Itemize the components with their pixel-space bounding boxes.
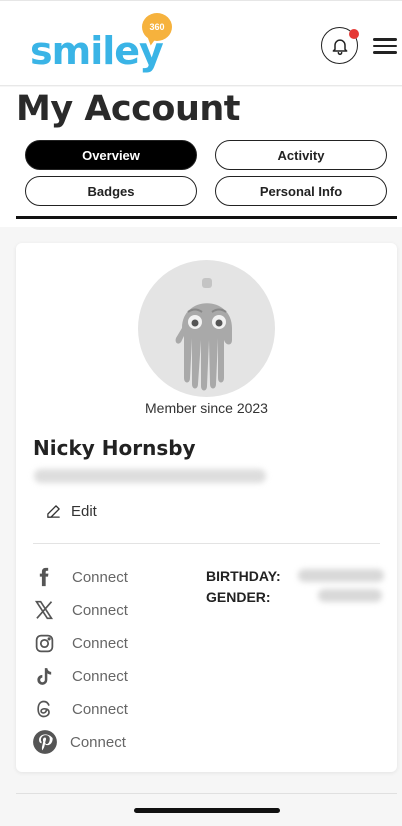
logo-text: smiley: [30, 29, 164, 73]
hamburger-line: [373, 38, 397, 41]
profile-card: Member since 2023 Nicky Hornsby Edit Con…: [16, 243, 397, 772]
social-connect-pinterest[interactable]: Connect: [32, 730, 126, 754]
x-icon: [32, 598, 56, 622]
social-connect-threads[interactable]: Connect: [32, 697, 128, 721]
bell-icon: [332, 39, 348, 56]
card-divider: [33, 543, 380, 544]
redacted-email: [34, 469, 266, 483]
avatar: [138, 260, 275, 397]
notification-dot: [349, 29, 359, 39]
social-connect-label: Connect: [72, 601, 128, 619]
edit-profile-button[interactable]: Edit: [46, 501, 97, 521]
social-connect-label: Connect: [72, 667, 128, 685]
page-title: My Account: [16, 89, 241, 129]
facebook-icon: [32, 565, 56, 589]
smiley360-logo[interactable]: smiley 360: [30, 13, 180, 81]
redacted-gender: [318, 589, 382, 602]
social-connect-tiktok[interactable]: Connect: [32, 664, 128, 688]
member-since: Member since 2023: [145, 400, 268, 416]
pinterest-icon: [32, 729, 58, 755]
tab-badges[interactable]: Badges: [25, 176, 197, 206]
birthday-label: BIRTHDAY:: [206, 568, 281, 584]
hamburger-line: [373, 51, 397, 54]
pencil-icon: [47, 504, 60, 518]
tabs-divider: [16, 216, 397, 219]
threads-icon: [32, 697, 56, 721]
tab-overview[interactable]: Overview: [25, 140, 197, 170]
notifications-button[interactable]: [321, 27, 359, 64]
account-header-area: My Account Overview Activity Badges Pers…: [0, 87, 402, 227]
redacted-birthday: [298, 569, 384, 582]
social-connect-x[interactable]: Connect: [32, 598, 128, 622]
page: smiley 360 My Account Overview Activity …: [0, 0, 402, 826]
octopus-avatar-icon: [175, 278, 232, 391]
social-connect-label: Connect: [72, 700, 128, 718]
logo-badge: 360: [142, 13, 172, 41]
tiktok-icon: [32, 664, 56, 688]
social-connect-facebook[interactable]: Connect: [32, 565, 128, 589]
home-indicator[interactable]: [134, 808, 280, 813]
gender-label: GENDER:: [206, 589, 271, 605]
tab-personal-info[interactable]: Personal Info: [215, 176, 387, 206]
hamburger-line: [373, 44, 397, 47]
social-connect-label: Connect: [72, 568, 128, 586]
app-header: smiley 360: [0, 0, 402, 86]
menu-button[interactable]: [373, 38, 397, 56]
user-name: Nicky Hornsby: [33, 436, 196, 460]
tab-activity[interactable]: Activity: [215, 140, 387, 170]
social-connect-label: Connect: [72, 634, 128, 652]
social-connect-instagram[interactable]: Connect: [32, 631, 128, 655]
instagram-icon: [32, 631, 56, 655]
section-divider: [16, 793, 397, 794]
edit-label: Edit: [71, 502, 97, 520]
social-connect-label: Connect: [70, 733, 126, 751]
